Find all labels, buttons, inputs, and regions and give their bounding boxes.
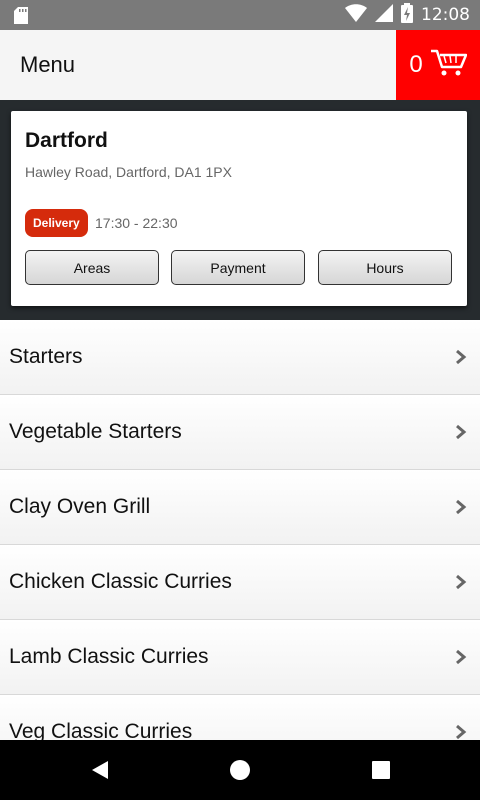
menu-item-starters[interactable]: Starters — [0, 320, 480, 395]
menu-item-label: Lamb Classic Curries — [9, 645, 209, 668]
sd-card-icon — [14, 7, 28, 29]
signal-icon — [375, 3, 393, 27]
wifi-icon — [345, 3, 367, 27]
menu-item-label: Clay Oven Grill — [9, 495, 151, 518]
store-header: Dartford Hawley Road, Dartford, DA1 1PX … — [0, 100, 480, 320]
recents-icon[interactable] — [369, 758, 393, 782]
menu-item-label: Starters — [9, 345, 83, 368]
chevron-right-icon — [455, 724, 467, 740]
cart-count: 0 — [409, 51, 423, 78]
home-icon[interactable] — [228, 758, 252, 782]
delivery-hours: 17:30 - 22:30 — [95, 215, 178, 231]
navigation-bar — [0, 740, 480, 800]
menu-item-chicken-classic-curries[interactable]: Chicken Classic Curries — [0, 545, 480, 620]
app-bar: Menu 0 — [0, 30, 480, 100]
back-icon[interactable] — [88, 758, 112, 782]
store-card: Dartford Hawley Road, Dartford, DA1 1PX … — [11, 111, 467, 306]
cart-icon — [430, 48, 467, 83]
clock: 12:08 — [421, 5, 470, 25]
chevron-right-icon — [455, 649, 467, 670]
menu-item-veg-classic-curries[interactable]: Veg Classic Curries — [0, 695, 480, 740]
store-name: Dartford — [25, 129, 108, 152]
chevron-right-icon — [455, 349, 467, 370]
menu-item-clay-oven-grill[interactable]: Clay Oven Grill — [0, 470, 480, 545]
menu-item-label: Vegetable Starters — [9, 420, 182, 443]
areas-button[interactable]: Areas — [25, 250, 159, 285]
store-address: Hawley Road, Dartford, DA1 1PX — [25, 164, 232, 180]
chevron-right-icon — [455, 574, 467, 595]
delivery-badge: Delivery — [25, 209, 88, 237]
chevron-right-icon — [455, 499, 467, 520]
menu-item-label: Chicken Classic Curries — [9, 570, 232, 593]
chevron-right-icon — [455, 424, 467, 445]
status-bar: 12:08 — [0, 0, 480, 30]
menu-item-lamb-classic-curries[interactable]: Lamb Classic Curries — [0, 620, 480, 695]
menu-item-label: Veg Classic Curries — [9, 720, 193, 740]
battery-icon — [401, 2, 413, 28]
menu-item-vegetable-starters[interactable]: Vegetable Starters — [0, 395, 480, 470]
menu-category-list: Starters Vegetable Starters Clay Oven Gr… — [0, 320, 480, 740]
cart-button[interactable]: 0 — [396, 30, 480, 100]
page-title: Menu — [20, 52, 76, 77]
hours-button[interactable]: Hours — [318, 250, 452, 285]
payment-button[interactable]: Payment — [171, 250, 305, 285]
